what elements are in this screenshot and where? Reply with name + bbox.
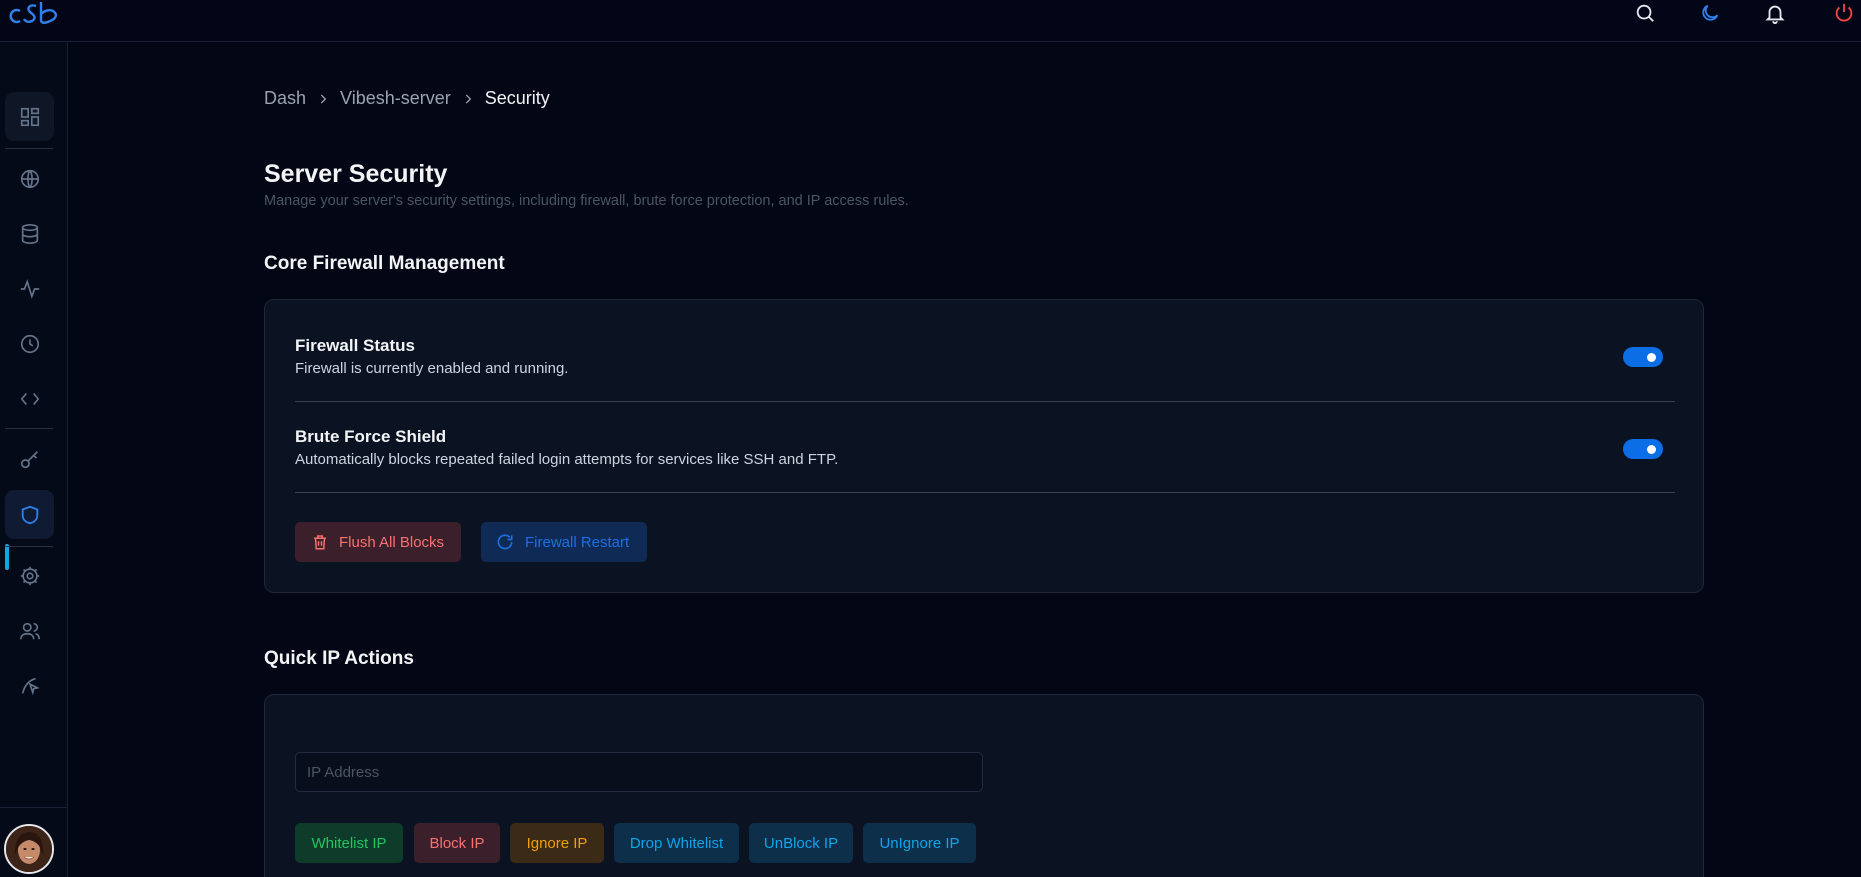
logo[interactable] (8, 0, 62, 26)
database-icon (21, 223, 38, 244)
firewall-status-title: Firewall Status (295, 336, 415, 355)
sidebar-item-cron[interactable] (5, 319, 54, 368)
activity-icon (20, 278, 39, 299)
flush-all-blocks-button[interactable]: Flush All Blocks (295, 522, 461, 562)
gear-icon (20, 566, 39, 585)
breadcrumb: Dash Vibesh-server Security (264, 88, 550, 109)
grid-icon (20, 107, 39, 126)
page-title: Server Security (264, 160, 448, 188)
sidebar-item-users[interactable] (5, 606, 54, 655)
code-icon (20, 392, 39, 405)
firewall-card: Firewall Status Firewall is currently en… (264, 299, 1704, 593)
chevron-right-icon (461, 92, 475, 106)
sidebar-item-dashboard[interactable] (5, 92, 54, 141)
ip-address-input[interactable] (295, 752, 983, 792)
chevron-right-icon (316, 92, 330, 106)
whitelist-ip-button[interactable]: Whitelist IP (295, 823, 403, 863)
firewall-status-toggle[interactable] (1623, 347, 1663, 367)
firewall-status-description: Firewall is currently enabled and runnin… (295, 360, 569, 377)
unblock-ip-button[interactable]: UnBlock IP (749, 823, 853, 863)
breadcrumb-current: Security (484, 88, 550, 108)
users-icon (19, 622, 40, 639)
top-bar (0, 0, 1861, 42)
firewall-restart-label: Firewall Restart (525, 533, 630, 551)
sidebar (0, 42, 68, 877)
unignore-ip-button[interactable]: UnIgnore IP (863, 823, 976, 863)
block-ip-button[interactable]: Block IP (414, 823, 500, 863)
row-divider (295, 492, 1675, 493)
logo-icon (9, 2, 58, 24)
sidebar-bottom-divider (0, 807, 68, 808)
brute-force-description: Automatically blocks repeated failed log… (295, 451, 839, 468)
sidebar-item-keys[interactable] (5, 435, 54, 484)
sidebar-divider (5, 546, 53, 547)
bell-icon[interactable] (1762, 0, 1788, 26)
sidebar-item-monitoring[interactable] (5, 264, 54, 313)
key-icon (20, 450, 38, 468)
shield-icon (21, 505, 38, 524)
firewall-section-title: Core Firewall Management (264, 253, 505, 274)
drop-whitelist-button[interactable]: Drop Whitelist (614, 823, 739, 863)
brute-force-title: Brute Force Shield (295, 427, 447, 446)
ignore-ip-button[interactable]: Ignore IP (510, 823, 604, 863)
moon-icon[interactable] (1697, 0, 1723, 26)
breadcrumb-server[interactable]: Vibesh-server (340, 88, 451, 109)
sidebar-item-settings[interactable] (5, 551, 54, 600)
globe-icon (20, 169, 39, 188)
avatar-image (6, 826, 52, 872)
pointer-icon (21, 677, 40, 695)
avatar[interactable] (4, 824, 54, 874)
breadcrumb-dash[interactable]: Dash (264, 88, 306, 109)
sidebar-item-code[interactable] (5, 374, 54, 423)
row-divider (295, 401, 1675, 402)
brute-force-row: Brute Force Shield Automatically blocks … (295, 427, 1675, 468)
refresh-icon (497, 534, 513, 550)
flush-all-blocks-label: Flush All Blocks (339, 533, 445, 551)
clock-icon (20, 334, 39, 353)
power-icon[interactable] (1831, 0, 1857, 26)
ip-actions-card: Whitelist IP Block IP Ignore IP Drop Whi… (264, 694, 1704, 877)
sidebar-item-websites[interactable] (5, 154, 54, 203)
firewall-restart-button[interactable]: Firewall Restart (481, 522, 647, 562)
page-subtitle: Manage your server's security settings, … (264, 193, 909, 209)
sidebar-item-databases[interactable] (5, 209, 54, 258)
firewall-status-row: Firewall Status Firewall is currently en… (295, 336, 1675, 377)
sidebar-divider (5, 148, 53, 149)
sidebar-item-deploy[interactable] (5, 661, 54, 710)
sidebar-item-security[interactable] (5, 490, 54, 539)
trash-icon (314, 535, 326, 550)
ip-actions-section-title: Quick IP Actions (264, 648, 414, 669)
brute-force-toggle[interactable] (1623, 439, 1663, 459)
sidebar-divider (5, 428, 53, 429)
search-icon[interactable] (1632, 0, 1658, 26)
